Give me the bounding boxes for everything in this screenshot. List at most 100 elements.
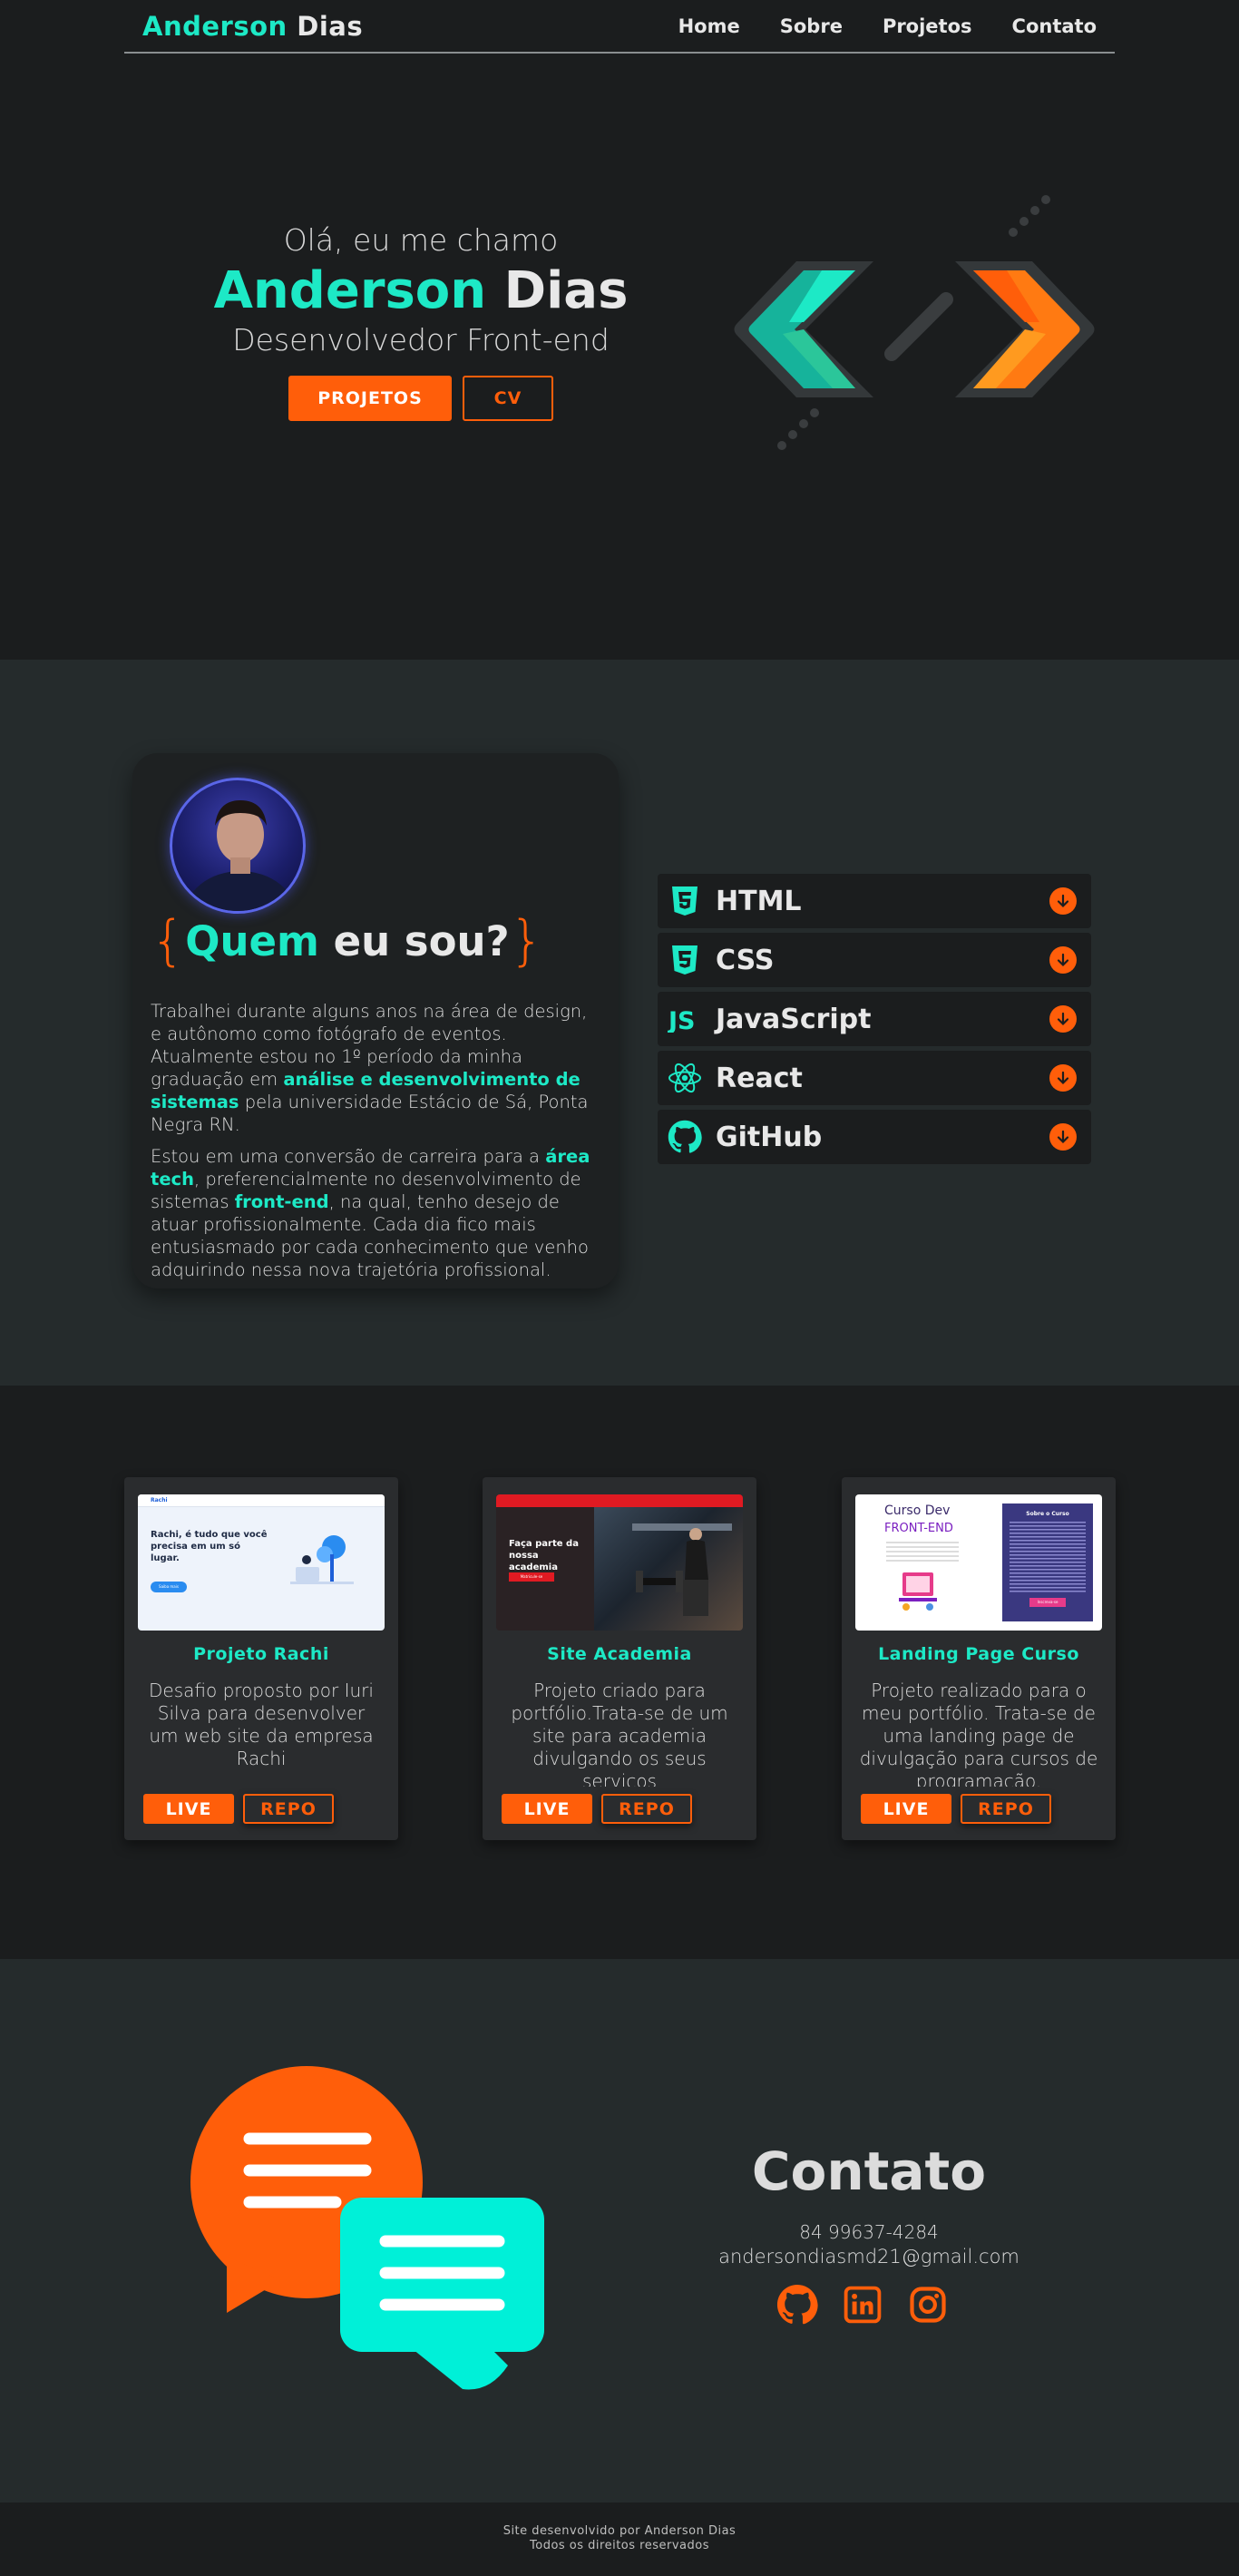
contact-phone: 84 99637-4284 bbox=[799, 2221, 939, 2243]
live-button[interactable]: LIVE bbox=[502, 1794, 592, 1824]
thumb-cta: Matricule-se bbox=[509, 1572, 554, 1582]
instagram-icon[interactable] bbox=[907, 2284, 949, 2326]
skill-label: React bbox=[716, 1062, 803, 1094]
project-description: Desafio proposto por Iuri Silva para des… bbox=[149, 1680, 374, 1769]
thumb-heading1: Curso Dev bbox=[884, 1503, 951, 1518]
arrow-down-icon[interactable] bbox=[1049, 1123, 1077, 1151]
project-buttons: LIVE REPO bbox=[143, 1794, 334, 1824]
github-icon[interactable] bbox=[776, 2284, 818, 2326]
brace-open: { bbox=[151, 909, 186, 973]
nav-link-home[interactable]: Home bbox=[678, 15, 740, 37]
about-p2-text-a: Estou em uma conversão de carreira para … bbox=[151, 1146, 546, 1167]
social-links bbox=[776, 2284, 949, 2326]
skill-item-javascript[interactable]: JS JavaScript bbox=[658, 992, 1091, 1046]
thumb-cta: Saiba mais bbox=[151, 1582, 187, 1592]
brand-logo[interactable]: Anderson Dias bbox=[142, 11, 363, 42]
skill-item-html[interactable]: HTML bbox=[658, 874, 1091, 928]
project-buttons: LIVE REPO bbox=[502, 1794, 692, 1824]
thumb-heading2: FRONT-END bbox=[884, 1522, 953, 1535]
thumb-brand: Rachi bbox=[151, 1497, 168, 1503]
arrow-down-icon[interactable] bbox=[1049, 946, 1077, 974]
project-description: Projeto criado para portfólio.Trata-se d… bbox=[511, 1680, 728, 1787]
nav-link-projetos[interactable]: Projetos bbox=[883, 15, 972, 37]
thumb-headline: Rachi, é tudo que você precisa em um só … bbox=[151, 1530, 268, 1563]
footer-credit: Site desenvolvido por Anderson Dias bbox=[502, 2524, 737, 2538]
arrow-down-icon[interactable] bbox=[1049, 1005, 1077, 1033]
thumb-cta: Inscreva-se bbox=[1029, 1598, 1066, 1607]
skill-item-github[interactable]: GitHub bbox=[658, 1110, 1091, 1164]
repo-button[interactable]: REPO bbox=[243, 1794, 334, 1824]
project-title: Site Academia bbox=[547, 1644, 692, 1664]
react-icon bbox=[667, 1060, 703, 1096]
hero-buttons: PROJETOS CV bbox=[201, 376, 640, 421]
project-thumbnail[interactable]: Curso Dev FRONT-END Sobre o Curso Inscre… bbox=[855, 1494, 1102, 1631]
code-brackets-icon bbox=[734, 195, 1095, 450]
contact-title: Contato bbox=[751, 2140, 987, 2202]
skill-label: JavaScript bbox=[716, 1003, 872, 1035]
css3-icon bbox=[667, 942, 703, 978]
skill-item-react[interactable]: React bbox=[658, 1051, 1091, 1105]
about-p2-highlight-2: front-end bbox=[234, 1191, 329, 1212]
brace-close: } bbox=[509, 909, 544, 973]
skill-label: GitHub bbox=[716, 1121, 823, 1153]
cv-button[interactable]: CV bbox=[463, 376, 553, 421]
thumb-illustration bbox=[290, 1535, 354, 1584]
about-paragraph-1: Trabalhei durante alguns anos na área de… bbox=[151, 1000, 600, 1136]
nav-link-sobre[interactable]: Sobre bbox=[780, 15, 843, 37]
brand-first-name: Anderson bbox=[142, 10, 288, 42]
arrow-down-icon[interactable] bbox=[1049, 887, 1077, 915]
contact-email[interactable]: andersondiasmd21@gmail.com bbox=[667, 2246, 1071, 2267]
skill-label: HTML bbox=[716, 885, 802, 917]
project-title: Projeto Rachi bbox=[193, 1644, 329, 1664]
thumb-illustration bbox=[899, 1572, 937, 1611]
svg-text:JS: JS bbox=[668, 1007, 696, 1033]
about-title: {Quem eu sou?} bbox=[151, 909, 640, 973]
github-icon bbox=[667, 1119, 703, 1155]
about-section: {Quem eu sou?} Trabalhei durante alguns … bbox=[0, 660, 1239, 1386]
nav-link-contato[interactable]: Contato bbox=[1012, 15, 1097, 37]
project-buttons: LIVE REPO bbox=[861, 1794, 1051, 1824]
skills-list: HTML CSS JS JavaScript React GitHub bbox=[658, 874, 1091, 1169]
linkedin-icon[interactable] bbox=[842, 2284, 883, 2326]
avatar-portrait-image bbox=[184, 800, 297, 911]
live-button[interactable]: LIVE bbox=[143, 1794, 234, 1824]
project-title: Landing Page Curso bbox=[878, 1644, 1079, 1664]
html5-icon bbox=[667, 883, 703, 919]
hero-name: Anderson Dias bbox=[201, 261, 640, 320]
live-button[interactable]: LIVE bbox=[861, 1794, 951, 1824]
project-description: Projeto realizado para o meu portfólio. … bbox=[859, 1680, 1098, 1787]
contact-section: Contato 84 99637-4284 andersondiasmd21@g… bbox=[0, 1959, 1239, 2503]
project-thumbnail[interactable]: Rachi Rachi, é tudo que você precisa em … bbox=[138, 1494, 385, 1631]
hero-section: Anderson Dias Home Sobre Projetos Contat… bbox=[0, 0, 1239, 660]
js-icon: JS bbox=[667, 1001, 703, 1037]
skill-label: CSS bbox=[716, 944, 775, 976]
nav-links: Home Sobre Projetos Contato bbox=[678, 15, 1097, 37]
hero-role: Desenvolvedor Front-end bbox=[232, 322, 610, 358]
brand-last-name: Dias bbox=[297, 10, 364, 42]
arrow-down-icon[interactable] bbox=[1049, 1064, 1077, 1092]
skill-item-css[interactable]: CSS bbox=[658, 933, 1091, 987]
projects-section: Rachi Rachi, é tudo que você precisa em … bbox=[0, 1386, 1239, 1959]
profile-avatar bbox=[170, 778, 306, 914]
footer: Site desenvolvido por Anderson Dias Todo… bbox=[0, 2503, 1239, 2576]
hero-last-name: Dias bbox=[503, 261, 629, 320]
hero-greeting: Olá, eu me chamo bbox=[283, 222, 559, 258]
repo-button[interactable]: REPO bbox=[961, 1794, 1051, 1824]
hero-intro: Olá, eu me chamo Anderson Dias Desenvolv… bbox=[201, 222, 640, 421]
thumb-headline: Faça parte da nossa academia bbox=[509, 1539, 579, 1572]
top-navbar: Anderson Dias Home Sobre Projetos Contat… bbox=[124, 0, 1115, 54]
project-thumbnail[interactable]: Faça parte da nossa academia Matricule-s… bbox=[496, 1494, 743, 1631]
repo-button[interactable]: REPO bbox=[601, 1794, 692, 1824]
thumb-gym-photo bbox=[632, 1523, 732, 1616]
projects-button[interactable]: PROJETOS bbox=[288, 376, 452, 421]
about-title-rest: eu sou? bbox=[333, 917, 510, 965]
project-card-academia: Faça parte da nossa academia Matricule-s… bbox=[483, 1477, 756, 1840]
project-card-curso: Curso Dev FRONT-END Sobre o Curso Inscre… bbox=[842, 1477, 1116, 1840]
about-title-quem: Quem bbox=[185, 917, 319, 965]
hero-first-name: Anderson bbox=[213, 261, 487, 320]
thumb-panel-title: Sobre o Curso bbox=[1026, 1511, 1069, 1517]
footer-rights: Todos os direitos reservados bbox=[530, 2539, 709, 2552]
project-card-rachi: Rachi Rachi, é tudo que você precisa em … bbox=[124, 1477, 398, 1840]
about-paragraph-2: Estou em uma conversão de carreira para … bbox=[151, 1145, 600, 1281]
chat-bubbles-icon bbox=[190, 2066, 544, 2390]
